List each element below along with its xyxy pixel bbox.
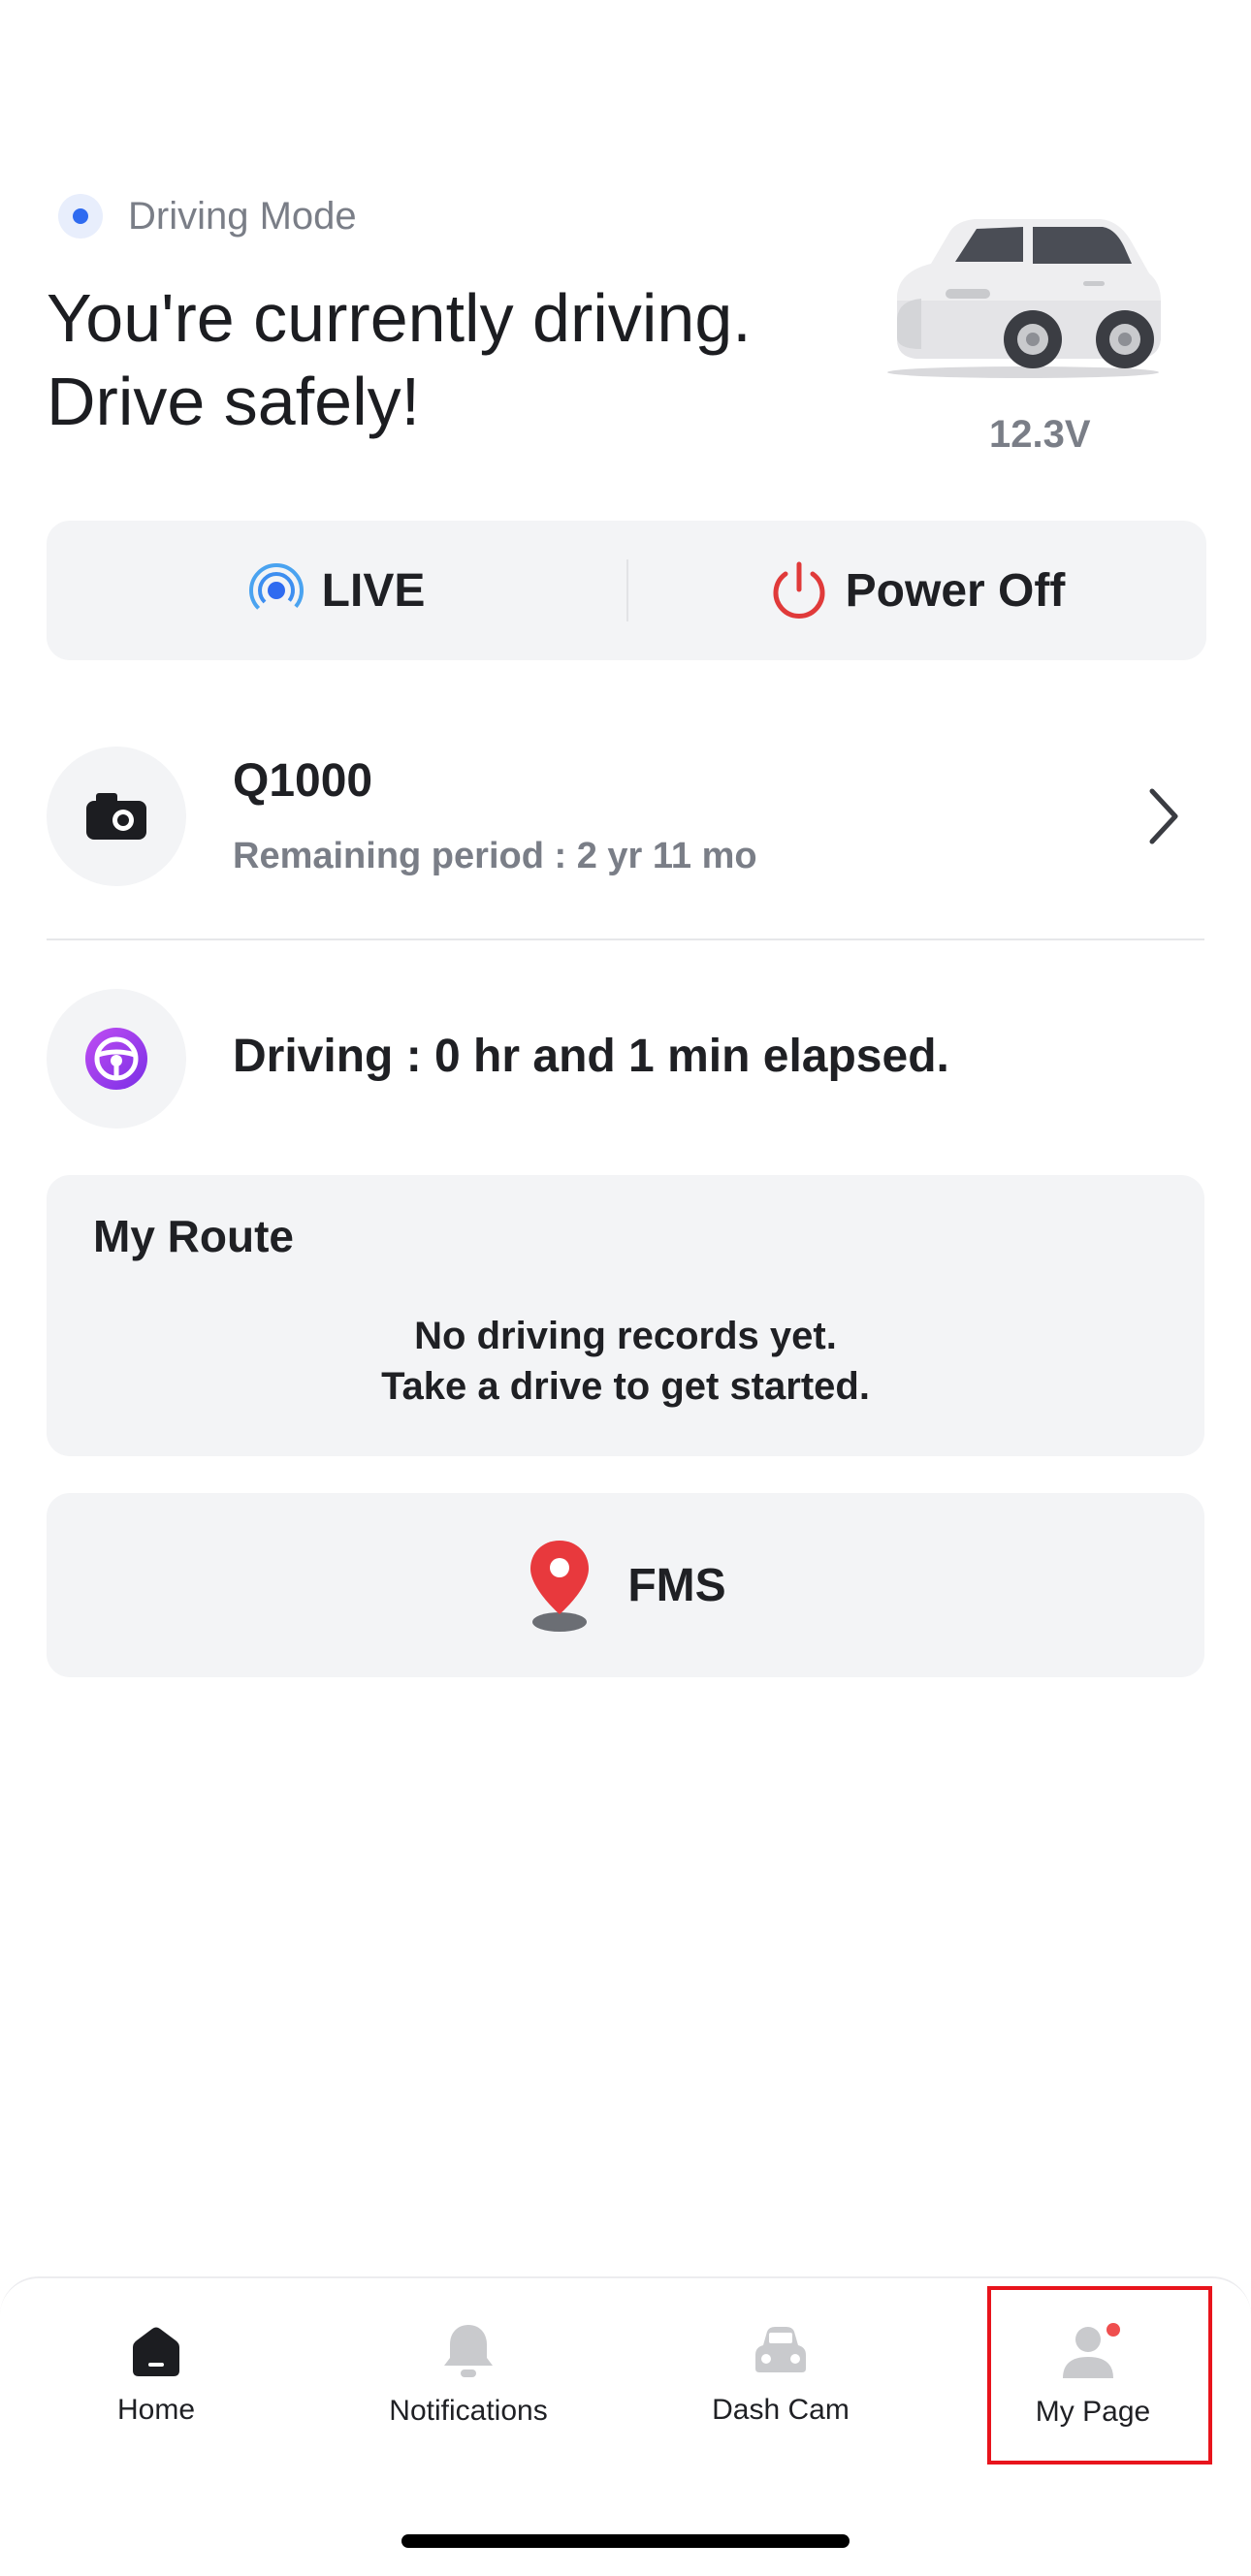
status-dot: [73, 208, 88, 224]
home-icon: [133, 2327, 179, 2376]
route-empty-message: No driving records yet. Take a drive to …: [47, 1311, 1204, 1412]
nav-dash-cam-label: Dash Cam: [712, 2394, 850, 2426]
live-button[interactable]: LIVE: [47, 521, 626, 660]
driving-mode-label: Driving Mode: [128, 195, 357, 238]
page-title: You're currently driving. Drive safely!: [47, 276, 752, 443]
battery-voltage: 12.3V: [989, 413, 1091, 456]
remaining-period: Remaining period : 2 yr 11 mo: [233, 836, 757, 876]
chevron-right-icon[interactable]: [1144, 785, 1183, 847]
headline-line-1: You're currently driving.: [47, 280, 752, 356]
live-label: LIVE: [321, 564, 426, 617]
fms-label: FMS: [627, 1559, 726, 1611]
power-off-button[interactable]: Power Off: [628, 521, 1206, 660]
car-icon: [755, 2327, 806, 2372]
driving-status: Driving : 0 hr and 1 min elapsed.: [233, 1031, 949, 1082]
live-icon: [248, 563, 304, 618]
headline-line-2: Drive safely!: [47, 364, 421, 439]
nav-home-label: Home: [116, 2394, 196, 2426]
fms-button[interactable]: FMS: [47, 1493, 1204, 1677]
map-pin-icon: [530, 1541, 590, 1632]
power-off-label: Power Off: [845, 564, 1066, 617]
nav-dash-cam[interactable]: Dash Cam: [625, 2278, 937, 2472]
camera-icon-circle: [47, 747, 186, 886]
route-empty-line-1: No driving records yet.: [414, 1315, 837, 1357]
nav-notifications[interactable]: Notifications: [312, 2278, 625, 2472]
row-divider: [47, 938, 1204, 940]
camera-icon: [86, 793, 146, 840]
vehicle-illustration: [887, 219, 1161, 378]
power-icon: [773, 561, 825, 619]
nav-notifications-label: Notifications: [389, 2395, 548, 2427]
home-indicator: [401, 2534, 850, 2548]
steering-wheel-icon: [85, 1028, 147, 1090]
steering-icon-circle: [47, 989, 186, 1129]
route-title: My Route: [93, 1211, 294, 1261]
driving-mode-indicator: [58, 194, 103, 239]
nav-home[interactable]: Home: [0, 2278, 312, 2472]
my-route-card[interactable]: My Route No driving records yet. Take a …: [47, 1175, 1204, 1456]
action-bar: LIVE Power Off: [47, 521, 1206, 660]
device-name: Q1000: [233, 755, 373, 807]
route-empty-line-2: Take a drive to get started.: [381, 1365, 870, 1408]
my-page-highlight: [987, 2286, 1212, 2465]
bell-icon: [444, 2325, 493, 2377]
